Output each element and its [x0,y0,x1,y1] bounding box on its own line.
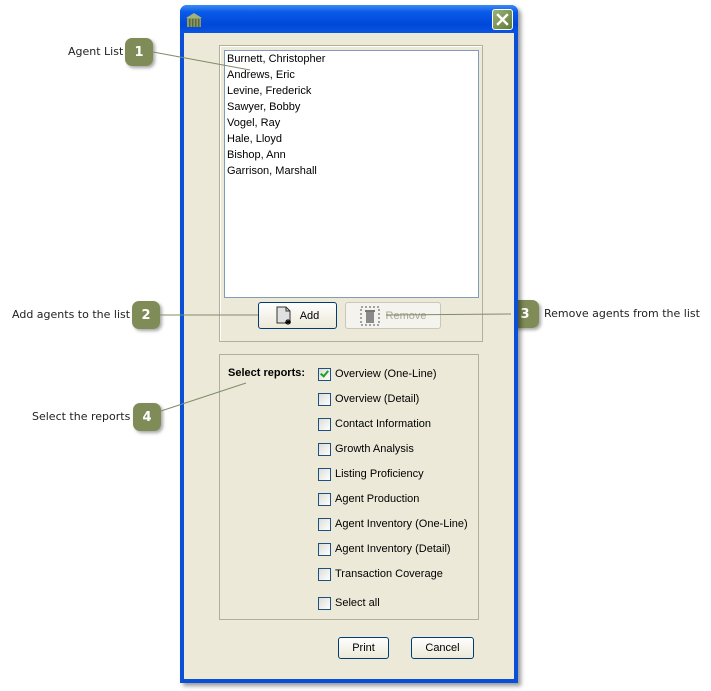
add-button-label: Add [299,309,320,322]
checkbox-checked[interactable] [318,367,331,381]
checkbox[interactable] [318,567,331,581]
select-all-option[interactable]: Select all [318,595,380,611]
title-bar[interactable] [180,5,518,33]
callout-badge-4: 4 [133,403,161,431]
report-option-label: Agent Production [335,493,420,505]
checkbox[interactable] [318,596,331,610]
agent-list-item[interactable]: Andrews, Eric [225,67,478,83]
agent-list-item[interactable]: Sawyer, Bobby [225,99,478,115]
agent-list-item[interactable]: Levine, Frederick [225,83,478,99]
report-option-agent-inventory-one-line[interactable]: Agent Inventory (One-Line) [318,516,468,532]
report-option-agent-production[interactable]: Agent Production [318,491,419,507]
report-option-label: Overview (Detail) [335,393,420,405]
checkbox[interactable] [318,467,331,481]
agent-list-item[interactable]: Garrison, Marshall [225,163,478,179]
close-icon [496,13,509,26]
checkbox[interactable] [318,417,331,431]
dialog-client-area: Burnett, Christopher Andrews, Eric Levin… [184,33,514,679]
callout-badge-2: 2 [132,301,160,329]
report-option-overview-detail[interactable]: Overview (Detail) [318,391,419,407]
callout-label-remove-agents: Remove agents from the list [544,307,700,320]
report-option-label: Agent Inventory (One-Line) [335,518,468,530]
select-reports-label: Select reports: [228,367,306,379]
callout-label-select-reports: Select the reports [32,410,131,423]
report-option-label: Listing Proficiency [335,468,424,480]
print-button[interactable]: Print [338,637,389,659]
close-button[interactable] [492,9,513,30]
report-dialog: Burnett, Christopher Andrews, Eric Levin… [180,5,518,683]
checkbox[interactable] [318,542,331,556]
report-option-label: Growth Analysis [335,443,414,455]
agent-list-item[interactable]: Vogel, Ray [225,115,478,131]
checkbox[interactable] [318,517,331,531]
report-option-label: Agent Inventory (Detail) [335,543,451,555]
agent-listbox[interactable]: Burnett, Christopher Andrews, Eric Levin… [224,50,479,298]
remove-button[interactable]: Remove [345,302,441,329]
callout-label-agent-list: Agent List [68,45,124,58]
remove-button-label: Remove [385,309,427,322]
cancel-button[interactable]: Cancel [411,637,474,659]
callout-badge-1: 1 [125,38,153,66]
report-option-label: Transaction Coverage [335,568,443,580]
report-option-label: Overview (One-Line) [335,368,437,380]
agent-list-panel: Burnett, Christopher Andrews, Eric Levin… [219,45,483,342]
checkbox[interactable] [318,392,331,406]
checkbox[interactable] [318,442,331,456]
report-option-overview-one-line[interactable]: Overview (One-Line) [318,366,436,382]
add-button[interactable]: Add [258,302,337,329]
report-option-agent-inventory-detail[interactable]: Agent Inventory (Detail) [318,541,451,557]
report-option-listing-proficiency[interactable]: Listing Proficiency [318,466,424,482]
app-building-icon [186,13,202,27]
report-option-label: Contact Information [335,418,431,430]
checkbox[interactable] [318,492,331,506]
report-option-contact-information[interactable]: Contact Information [318,416,431,432]
add-document-icon [276,306,291,325]
reports-panel: Select reports: Overview (One-Line) Over… [219,354,479,620]
select-all-label: Select all [335,597,380,609]
report-option-growth-analysis[interactable]: Growth Analysis [318,441,414,457]
agent-list-item[interactable]: Burnett, Christopher [225,51,478,67]
agent-list-item[interactable]: Hale, Lloyd [225,131,478,147]
report-option-transaction-coverage[interactable]: Transaction Coverage [318,566,443,582]
callout-label-add-agents: Add agents to the list [12,308,131,321]
trash-icon [359,305,380,326]
agent-list-item[interactable]: Bishop, Ann [225,147,478,163]
